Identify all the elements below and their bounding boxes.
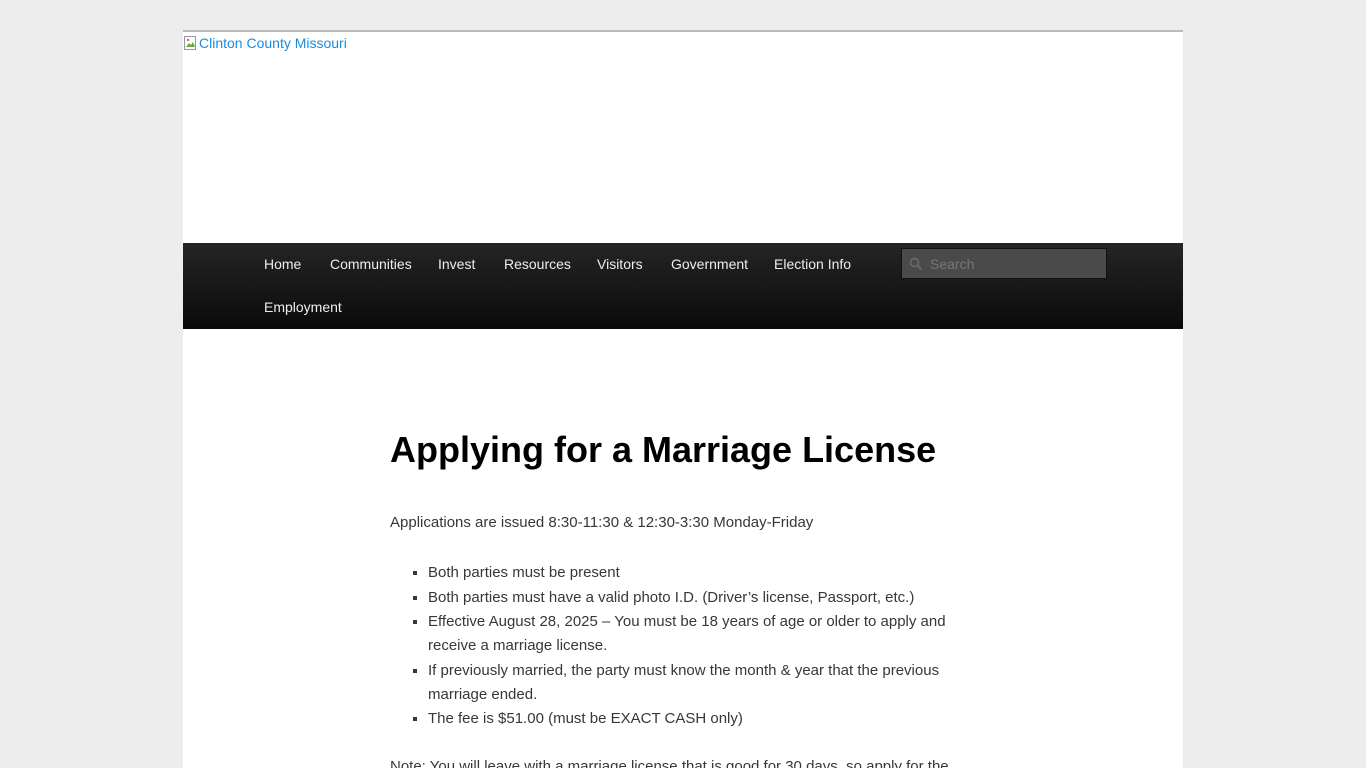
search-input[interactable] bbox=[901, 248, 1107, 279]
list-item: Both parties must be present bbox=[428, 561, 960, 585]
nav-item-government[interactable]: Government bbox=[671, 254, 748, 274]
nav-item-visitors[interactable]: Visitors bbox=[597, 254, 643, 274]
list-item: Both parties must have a valid photo I.D… bbox=[428, 586, 960, 610]
page-container: Clinton County Missouri Home Communities… bbox=[183, 30, 1183, 768]
note-text: Note: You will leave with a marriage lic… bbox=[390, 758, 949, 768]
search-icon bbox=[909, 257, 923, 271]
nav-item-invest[interactable]: Invest bbox=[438, 254, 475, 274]
page-title: Applying for a Marriage License bbox=[390, 429, 937, 470]
nav-item-communities[interactable]: Communities bbox=[330, 254, 412, 274]
list-item: Effective August 28, 2025 – You must be … bbox=[428, 610, 960, 658]
list-item: If previously married, the party must kn… bbox=[428, 659, 960, 707]
logo-alt-text[interactable]: Clinton County Missouri bbox=[199, 34, 347, 52]
nav-item-employment[interactable]: Employment bbox=[264, 297, 342, 317]
nav-item-home[interactable]: Home bbox=[264, 254, 301, 274]
site-logo-link[interactable]: Clinton County Missouri bbox=[183, 34, 347, 52]
office-hours-text: Applications are issued 8:30-11:30 & 12:… bbox=[390, 514, 814, 531]
nav-item-resources[interactable]: Resources bbox=[504, 254, 571, 274]
broken-image-icon bbox=[183, 35, 199, 51]
nav-item-election-info[interactable]: Election Info bbox=[774, 254, 851, 274]
requirements-list: Both parties must be present Both partie… bbox=[390, 561, 960, 732]
list-item: The fee is $51.00 (must be EXACT CASH on… bbox=[428, 707, 960, 731]
main-navigation: Home Communities Invest Resources Visito… bbox=[183, 243, 1183, 329]
